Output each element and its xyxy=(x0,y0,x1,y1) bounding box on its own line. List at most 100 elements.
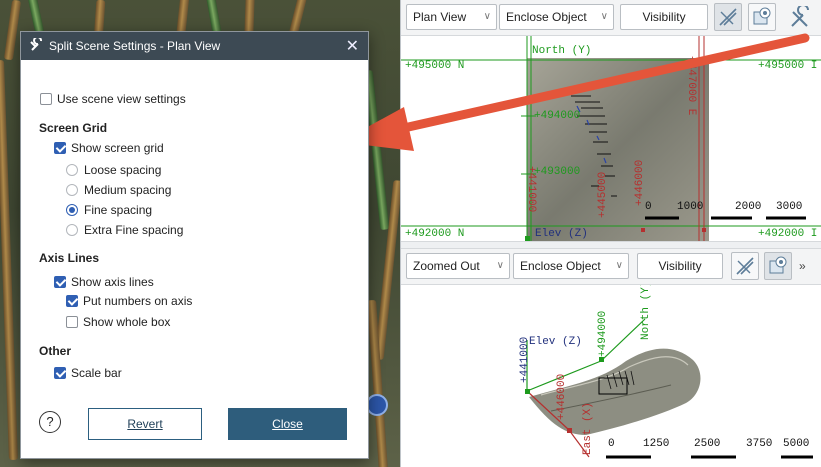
checkbox-box xyxy=(66,295,78,307)
zoomed-view-dropdown-label: Zoomed Out xyxy=(413,259,480,273)
show-axis-lines-label: Show axis lines xyxy=(71,275,154,289)
show-screen-grid-label: Show screen grid xyxy=(71,141,164,155)
plan-north-left-label: +495000 N xyxy=(405,60,465,72)
checkbox-box xyxy=(40,93,52,105)
revert-button-label: Revert xyxy=(127,417,163,431)
medium-spacing-radio[interactable]: Medium spacing xyxy=(66,183,171,197)
plan-view-dropdown[interactable]: Plan View ∨ xyxy=(406,4,497,30)
plan-enclose-dropdown-label: Enclose Object xyxy=(506,10,587,24)
zoomed-more-button[interactable]: » xyxy=(799,259,806,273)
plan-south-right-label: +492000 I xyxy=(758,228,818,240)
zoomed-visibility-button[interactable]: Visibility xyxy=(637,253,723,279)
plan-e447000-label: +447000 E xyxy=(685,56,697,116)
zoomed-view-dropdown[interactable]: Zoomed Out ∨ xyxy=(406,253,510,279)
show-whole-box-label: Show whole box xyxy=(83,315,171,329)
plan-enclose-dropdown[interactable]: Enclose Object ∨ xyxy=(499,4,614,30)
close-button-label: Close xyxy=(272,417,303,431)
zoomed-pick-button[interactable] xyxy=(731,252,759,280)
plan-view-dropdown-label: Plan View xyxy=(413,10,467,24)
loose-spacing-label: Loose spacing xyxy=(84,163,162,177)
close-icon[interactable]: ✕ xyxy=(346,36,359,56)
revert-button[interactable]: Revert xyxy=(88,408,202,440)
radio-circle xyxy=(66,164,78,176)
axis-lines-heading: Axis Lines xyxy=(39,251,100,265)
plan-tools-button[interactable] xyxy=(787,4,815,32)
chevron-down-icon: ∨ xyxy=(600,11,608,22)
plan-north-right-label: +495000 I xyxy=(758,60,818,72)
zoomed-view-canvas[interactable]: Elev (Z) North (Y) +494000 +441000 +4460… xyxy=(401,285,821,467)
use-scene-view-settings-label: Use scene view settings xyxy=(57,92,186,106)
radio-circle xyxy=(66,224,78,236)
zoomed-scale-1250: 1250 xyxy=(643,438,670,450)
plan-scale-0: 0 xyxy=(645,201,652,213)
zoomed-e446000-label: +446000 xyxy=(556,373,568,420)
plan-y494000-label: +494000 xyxy=(534,110,581,122)
plan-e446000-label: +446000 xyxy=(634,159,646,206)
zoomed-view-toolbar: Zoomed Out ∨ Enclose Object ∨ Visibility… xyxy=(401,249,821,285)
show-whole-box-checkbox[interactable]: Show whole box xyxy=(66,315,170,329)
radio-circle xyxy=(66,184,78,196)
plan-view-canvas[interactable]: +495000 N +495000 I North (Y) +494000 +4… xyxy=(401,36,821,241)
use-scene-view-settings-checkbox[interactable]: Use scene view settings xyxy=(40,92,186,106)
plan-e444000-label: +441000 xyxy=(525,166,537,213)
dialog-titlebar[interactable]: Split Scene Settings - Plan View ✕ xyxy=(21,32,368,60)
extra-fine-spacing-label: Extra Fine spacing xyxy=(84,223,184,237)
show-axis-lines-checkbox[interactable]: Show axis lines xyxy=(54,275,154,289)
plan-e445000-label: +445000 xyxy=(597,171,609,218)
fine-spacing-label: Fine spacing xyxy=(84,203,153,217)
checkbox-box xyxy=(54,142,66,154)
plan-view-button[interactable] xyxy=(748,3,776,31)
dialog-title: Split Scene Settings - Plan View xyxy=(49,39,221,53)
checkbox-box xyxy=(54,276,66,288)
plan-elev-label: Elev (Z) xyxy=(535,228,588,240)
plan-scale-3000: 3000 xyxy=(776,201,803,213)
scale-bar-checkbox[interactable]: Scale bar xyxy=(54,366,122,380)
chevron-down-icon: ∨ xyxy=(483,11,491,22)
zoomed-elev-label: Elev (Z) xyxy=(529,336,582,348)
radio-circle xyxy=(66,204,78,216)
plan-view-toolbar: Plan View ∨ Enclose Object ∨ Visibility xyxy=(401,0,821,36)
extra-fine-spacing-radio[interactable]: Extra Fine spacing xyxy=(66,223,183,237)
zoomed-scale-3750: 3750 xyxy=(746,438,773,450)
plan-visibility-button[interactable]: Visibility xyxy=(620,4,708,30)
zoomed-e444000-label: +441000 xyxy=(519,336,531,383)
put-numbers-on-axis-checkbox[interactable]: Put numbers on axis xyxy=(66,294,192,308)
put-numbers-on-axis-label: Put numbers on axis xyxy=(83,294,193,308)
zoomed-view-button[interactable] xyxy=(764,252,792,280)
fine-spacing-radio[interactable]: Fine spacing xyxy=(66,203,152,217)
zoomed-scale-2500: 2500 xyxy=(694,438,721,450)
settings-icon xyxy=(30,38,42,51)
screen-grid-heading: Screen Grid xyxy=(39,121,108,135)
tools-icon xyxy=(791,4,809,27)
zoomed-enclose-dropdown-label: Enclose Object xyxy=(520,259,601,273)
chevron-down-icon: ∨ xyxy=(615,260,623,271)
split-scene-settings-dialog: Split Scene Settings - Plan View ✕ Use s… xyxy=(20,31,369,459)
plan-north-axis-label: North (Y) xyxy=(532,45,592,57)
other-heading: Other xyxy=(39,344,72,358)
pick-icon xyxy=(719,8,737,26)
zoomed-y494000-label: +494000 xyxy=(597,310,609,357)
plan-scale-1000: 1000 xyxy=(677,201,704,213)
zoomed-scale-0: 0 xyxy=(608,438,615,450)
split-divider[interactable] xyxy=(401,241,821,249)
split-scene-area: Plan View ∨ Enclose Object ∨ Visibility xyxy=(400,0,821,467)
show-screen-grid-checkbox[interactable]: Show screen grid xyxy=(54,141,164,155)
close-button[interactable]: Close xyxy=(228,408,347,440)
scale-bar-label: Scale bar xyxy=(71,366,122,380)
medium-spacing-label: Medium spacing xyxy=(84,183,172,197)
plan-y493000-label: +493000 xyxy=(534,166,581,178)
plan-scale-2000: 2000 xyxy=(735,201,762,213)
checkbox-box xyxy=(66,316,78,328)
pick-icon xyxy=(736,257,754,275)
zoomed-enclose-dropdown[interactable]: Enclose Object ∨ xyxy=(513,253,629,279)
zoomed-north-label: North (Y) xyxy=(640,285,652,340)
plan-south-left-label: +492000 N xyxy=(405,228,465,240)
help-icon[interactable]: ? xyxy=(39,411,61,433)
zoomed-scale-5000: 5000 xyxy=(783,438,810,450)
view-icon xyxy=(769,256,787,274)
view-icon xyxy=(753,7,771,25)
chevron-down-icon: ∨ xyxy=(496,260,504,271)
loose-spacing-radio[interactable]: Loose spacing xyxy=(66,163,161,177)
plan-pick-button[interactable] xyxy=(714,3,742,31)
zoomed-east-label: East (X) xyxy=(582,402,594,455)
